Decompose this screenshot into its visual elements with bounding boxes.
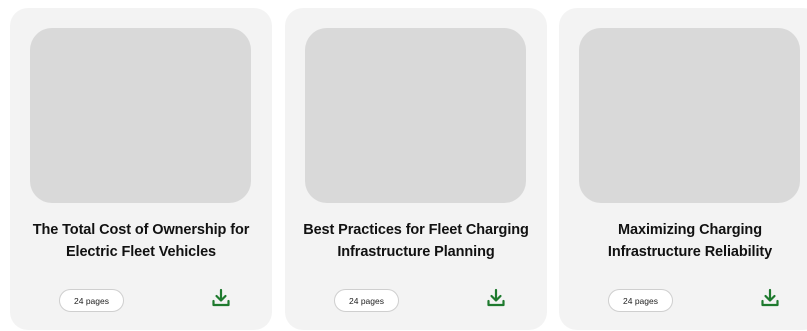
page-count-badge: 24 pages <box>59 289 124 312</box>
download-button[interactable] <box>210 287 232 309</box>
card-title[interactable]: Maximizing Charging Infrastructure Relia… <box>573 219 807 263</box>
page-count-badge: 24 pages <box>334 289 399 312</box>
card-thumbnail[interactable] <box>305 28 526 203</box>
resource-card[interactable]: Best Practices for Fleet Charging Infras… <box>285 8 547 330</box>
page-count-badge: 24 pages <box>608 289 673 312</box>
download-icon <box>761 288 779 307</box>
download-icon <box>212 288 230 307</box>
download-button[interactable] <box>485 287 507 309</box>
download-button[interactable] <box>759 287 781 309</box>
resource-card[interactable]: Maximizing Charging Infrastructure Relia… <box>559 8 807 330</box>
resource-card-grid: The Total Cost of Ownership for Electric… <box>0 0 807 331</box>
card-title[interactable]: Best Practices for Fleet Charging Infras… <box>299 219 533 263</box>
card-thumbnail[interactable] <box>579 28 800 203</box>
card-title[interactable]: The Total Cost of Ownership for Electric… <box>24 219 258 263</box>
download-icon <box>487 288 505 307</box>
resource-card[interactable]: The Total Cost of Ownership for Electric… <box>10 8 272 330</box>
card-thumbnail[interactable] <box>30 28 251 203</box>
